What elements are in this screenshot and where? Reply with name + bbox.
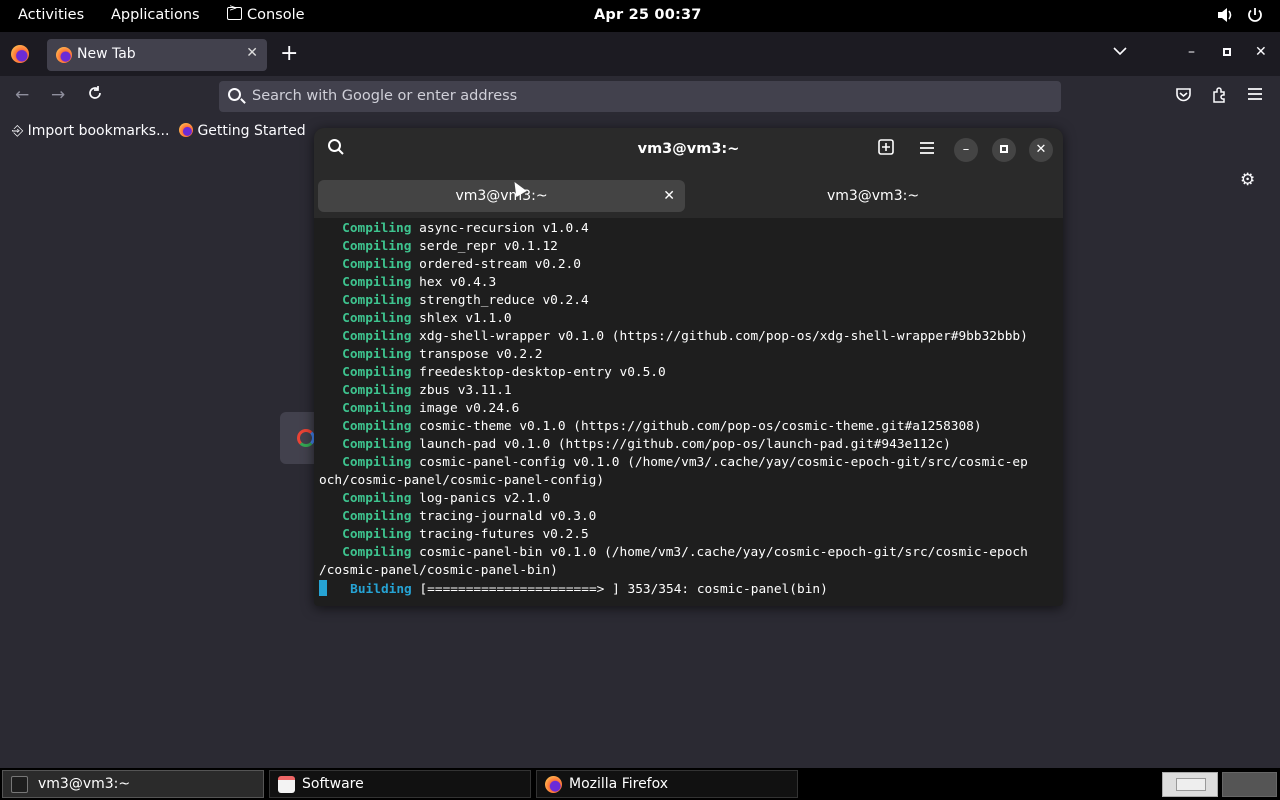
terminal-line: Compiling log-panics v2.1.0	[342, 491, 551, 506]
url-placeholder: Search with Google or enter address	[252, 88, 518, 104]
reload-icon[interactable]	[87, 85, 103, 106]
import-icon: ⎆	[12, 123, 24, 139]
hamburger-menu-icon[interactable]	[1247, 87, 1263, 105]
maximize-icon[interactable]	[992, 138, 1016, 162]
console-window: vm3@vm3:~ – ✕ vm3@vm3:~ ✕ vm3@vm3:~ Comp…	[314, 128, 1063, 606]
close-tab-icon[interactable]: ✕	[246, 45, 258, 61]
taskbar-item-firefox[interactable]: Mozilla Firefox	[536, 770, 798, 798]
terminal-line: Compiling xdg-shell-wrapper v0.1.0 (http…	[342, 329, 1028, 344]
taskbar-label: Mozilla Firefox	[569, 776, 669, 792]
taskbar-label: vm3@vm3:~	[38, 776, 131, 792]
gear-icon[interactable]: ⚙	[1240, 170, 1255, 190]
menu-icon[interactable]	[915, 138, 939, 162]
list-tabs-icon[interactable]	[1113, 44, 1127, 60]
tab-label: vm3@vm3:~	[826, 188, 920, 204]
tab-new-tab[interactable]: New Tab ✕	[47, 39, 267, 71]
console-icon	[227, 3, 242, 20]
taskbar-item-software[interactable]: Software	[269, 770, 531, 798]
terminal-line: Compiling hex v0.4.3	[342, 275, 497, 290]
terminal-line: Compiling strength_reduce v0.2.4	[342, 293, 589, 308]
extensions-icon[interactable]	[1211, 87, 1228, 108]
tab-label: vm3@vm3:~	[455, 188, 548, 204]
terminal-line-building: Building [======================> ] 353/…	[319, 580, 1059, 599]
close-tab-icon[interactable]: ✕	[663, 180, 675, 212]
close-icon[interactable]: ✕	[1029, 138, 1053, 162]
volume-icon[interactable]	[1216, 6, 1234, 28]
top-bar: Activities Applications Console Apr 25 0…	[0, 0, 1280, 32]
forward-arrow-icon[interactable]: →	[51, 85, 65, 105]
software-icon	[278, 776, 295, 793]
console-title: vm3@vm3:~	[637, 141, 740, 157]
console-app-label: Console	[247, 7, 305, 23]
terminal-line: Compiling transpose v0.2.2	[342, 347, 543, 362]
terminal-line: /cosmic-panel/cosmic-panel-bin)	[319, 563, 558, 578]
taskbar-item-console[interactable]: vm3@vm3:~	[2, 770, 264, 798]
terminal-line: Compiling async-recursion v1.0.4	[342, 221, 589, 236]
search-icon	[228, 88, 241, 101]
bookmark-label: Import bookmarks...	[27, 123, 170, 139]
terminal-icon	[11, 776, 28, 793]
terminal-line: Compiling cosmic-theme v0.1.0 (https://g…	[342, 419, 982, 434]
taskbar-label: Software	[302, 776, 364, 792]
url-bar[interactable]: Search with Google or enter address	[219, 81, 1061, 112]
terminal-line: Compiling zbus v3.11.1	[342, 383, 512, 398]
tab-title: New Tab	[77, 46, 136, 62]
console-tab-2[interactable]: vm3@vm3:~	[687, 180, 1059, 212]
terminal-line: Compiling tracing-futures v0.2.5	[342, 527, 589, 542]
terminal-line: Compiling shlex v1.1.0	[342, 311, 512, 326]
bookmark-getting-started[interactable]: Getting Started	[179, 123, 306, 139]
workspace-2[interactable]	[1222, 772, 1277, 797]
minimize-icon[interactable]: –	[954, 138, 978, 162]
power-icon[interactable]	[1246, 6, 1264, 28]
google-icon	[297, 429, 315, 447]
pocket-icon[interactable]	[1175, 87, 1192, 107]
back-arrow-icon[interactable]: ←	[15, 85, 29, 105]
terminal-line: Compiling freedesktop-desktop-entry v0.5…	[342, 365, 666, 380]
applications-menu[interactable]: Applications	[111, 7, 200, 23]
terminal-line: Compiling ordered-stream v0.2.0	[342, 257, 581, 272]
maximize-icon[interactable]	[1222, 45, 1232, 61]
taskbar: vm3@vm3:~ Software Mozilla Firefox	[0, 768, 1280, 800]
new-tab-button[interactable]: +	[280, 41, 298, 66]
terminal-line: Compiling image v0.24.6	[342, 401, 520, 416]
firefox-icon	[545, 776, 562, 793]
terminal-output[interactable]: Compiling async-recursion v1.0.4 Compili…	[319, 220, 1059, 599]
firefox-bookmark-icon	[179, 123, 193, 137]
firefox-tab-icon	[56, 47, 72, 63]
close-window-icon[interactable]: ✕	[1255, 44, 1267, 60]
firefox-icon	[11, 45, 29, 63]
terminal-line: Compiling serde_repr v0.1.12	[342, 239, 558, 254]
new-tab-icon[interactable]	[874, 138, 898, 162]
terminal-line: Compiling cosmic-panel-bin v0.1.0 (/home…	[342, 545, 1028, 560]
clock[interactable]: Apr 25 00:37	[594, 7, 702, 23]
terminal-line: och/cosmic-panel/cosmic-panel-config)	[319, 473, 605, 488]
terminal-line: Compiling cosmic-panel-config v0.1.0 (/h…	[342, 455, 1028, 470]
console-app-menu[interactable]: Console	[227, 3, 305, 23]
bookmark-label: Getting Started	[197, 123, 306, 139]
terminal-line: Compiling launch-pad v0.1.0 (https://git…	[342, 437, 951, 452]
console-header: vm3@vm3:~ – ✕ vm3@vm3:~ ✕ vm3@vm3:~	[314, 128, 1063, 218]
minimize-icon[interactable]: –	[1188, 44, 1195, 60]
terminal-cursor	[319, 580, 327, 596]
terminal-line: Compiling tracing-journald v0.3.0	[342, 509, 597, 524]
workspace-window-preview	[1176, 778, 1206, 791]
bookmark-import[interactable]: ⎆ Import bookmarks...	[12, 123, 169, 139]
console-tab-1[interactable]: vm3@vm3:~ ✕	[318, 180, 685, 212]
activities-button[interactable]: Activities	[18, 7, 84, 23]
workspace-1[interactable]	[1162, 772, 1218, 797]
